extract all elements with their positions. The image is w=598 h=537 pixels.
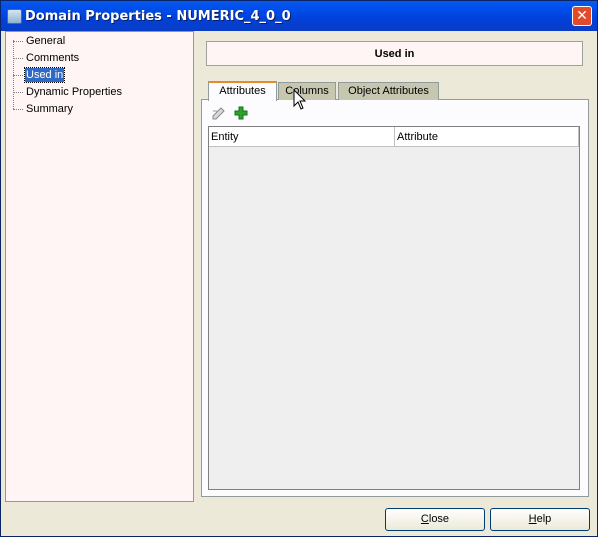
navigation-tree: General Comments Used in Dynamic Propert…: [5, 31, 194, 502]
add-icon[interactable]: [233, 105, 249, 121]
column-header-attribute[interactable]: Attribute: [395, 127, 579, 147]
close-button-mnemonic: C: [420, 513, 429, 525]
properties-edit-icon[interactable]: [211, 105, 227, 121]
tree-branch-line: [13, 41, 23, 42]
dialog-window: Domain Properties - NUMERIC_4_0_0 ✕ Gene…: [0, 0, 598, 537]
help-button-mnemonic: H: [528, 513, 537, 525]
tree-branch-line: [13, 58, 23, 59]
used-in-table[interactable]: Entity Attribute: [208, 126, 580, 490]
column-header-entity[interactable]: Entity: [209, 127, 395, 147]
help-button[interactable]: Help: [490, 508, 590, 531]
tree-branch-line: [13, 109, 23, 110]
tree-branch-line: [13, 92, 23, 93]
close-window-button[interactable]: ✕: [572, 6, 592, 26]
tab-object-attributes[interactable]: Object Attributes: [338, 82, 439, 100]
tree-item-label: Summary: [26, 103, 74, 115]
tab-attributes[interactable]: Attributes: [208, 81, 277, 101]
tree-branch-line: [13, 75, 23, 76]
help-button-label-rest: elp: [536, 513, 552, 525]
mouse-cursor-icon: [293, 89, 307, 110]
close-button[interactable]: Close: [385, 508, 485, 531]
close-button-label-rest: lose: [428, 513, 450, 525]
title-bar[interactable]: Domain Properties - NUMERIC_4_0_0 ✕: [1, 1, 597, 31]
tree-item-label: Dynamic Properties: [26, 86, 122, 98]
window-title: Domain Properties - NUMERIC_4_0_0: [25, 9, 291, 24]
section-header: Used in: [206, 41, 583, 66]
tree-item-label: General: [26, 35, 66, 47]
tab-columns[interactable]: Columns: [278, 82, 336, 100]
database-icon: [7, 9, 22, 24]
tree-item-label: Used in: [23, 67, 66, 83]
tree-item-label: Comments: [26, 52, 80, 64]
